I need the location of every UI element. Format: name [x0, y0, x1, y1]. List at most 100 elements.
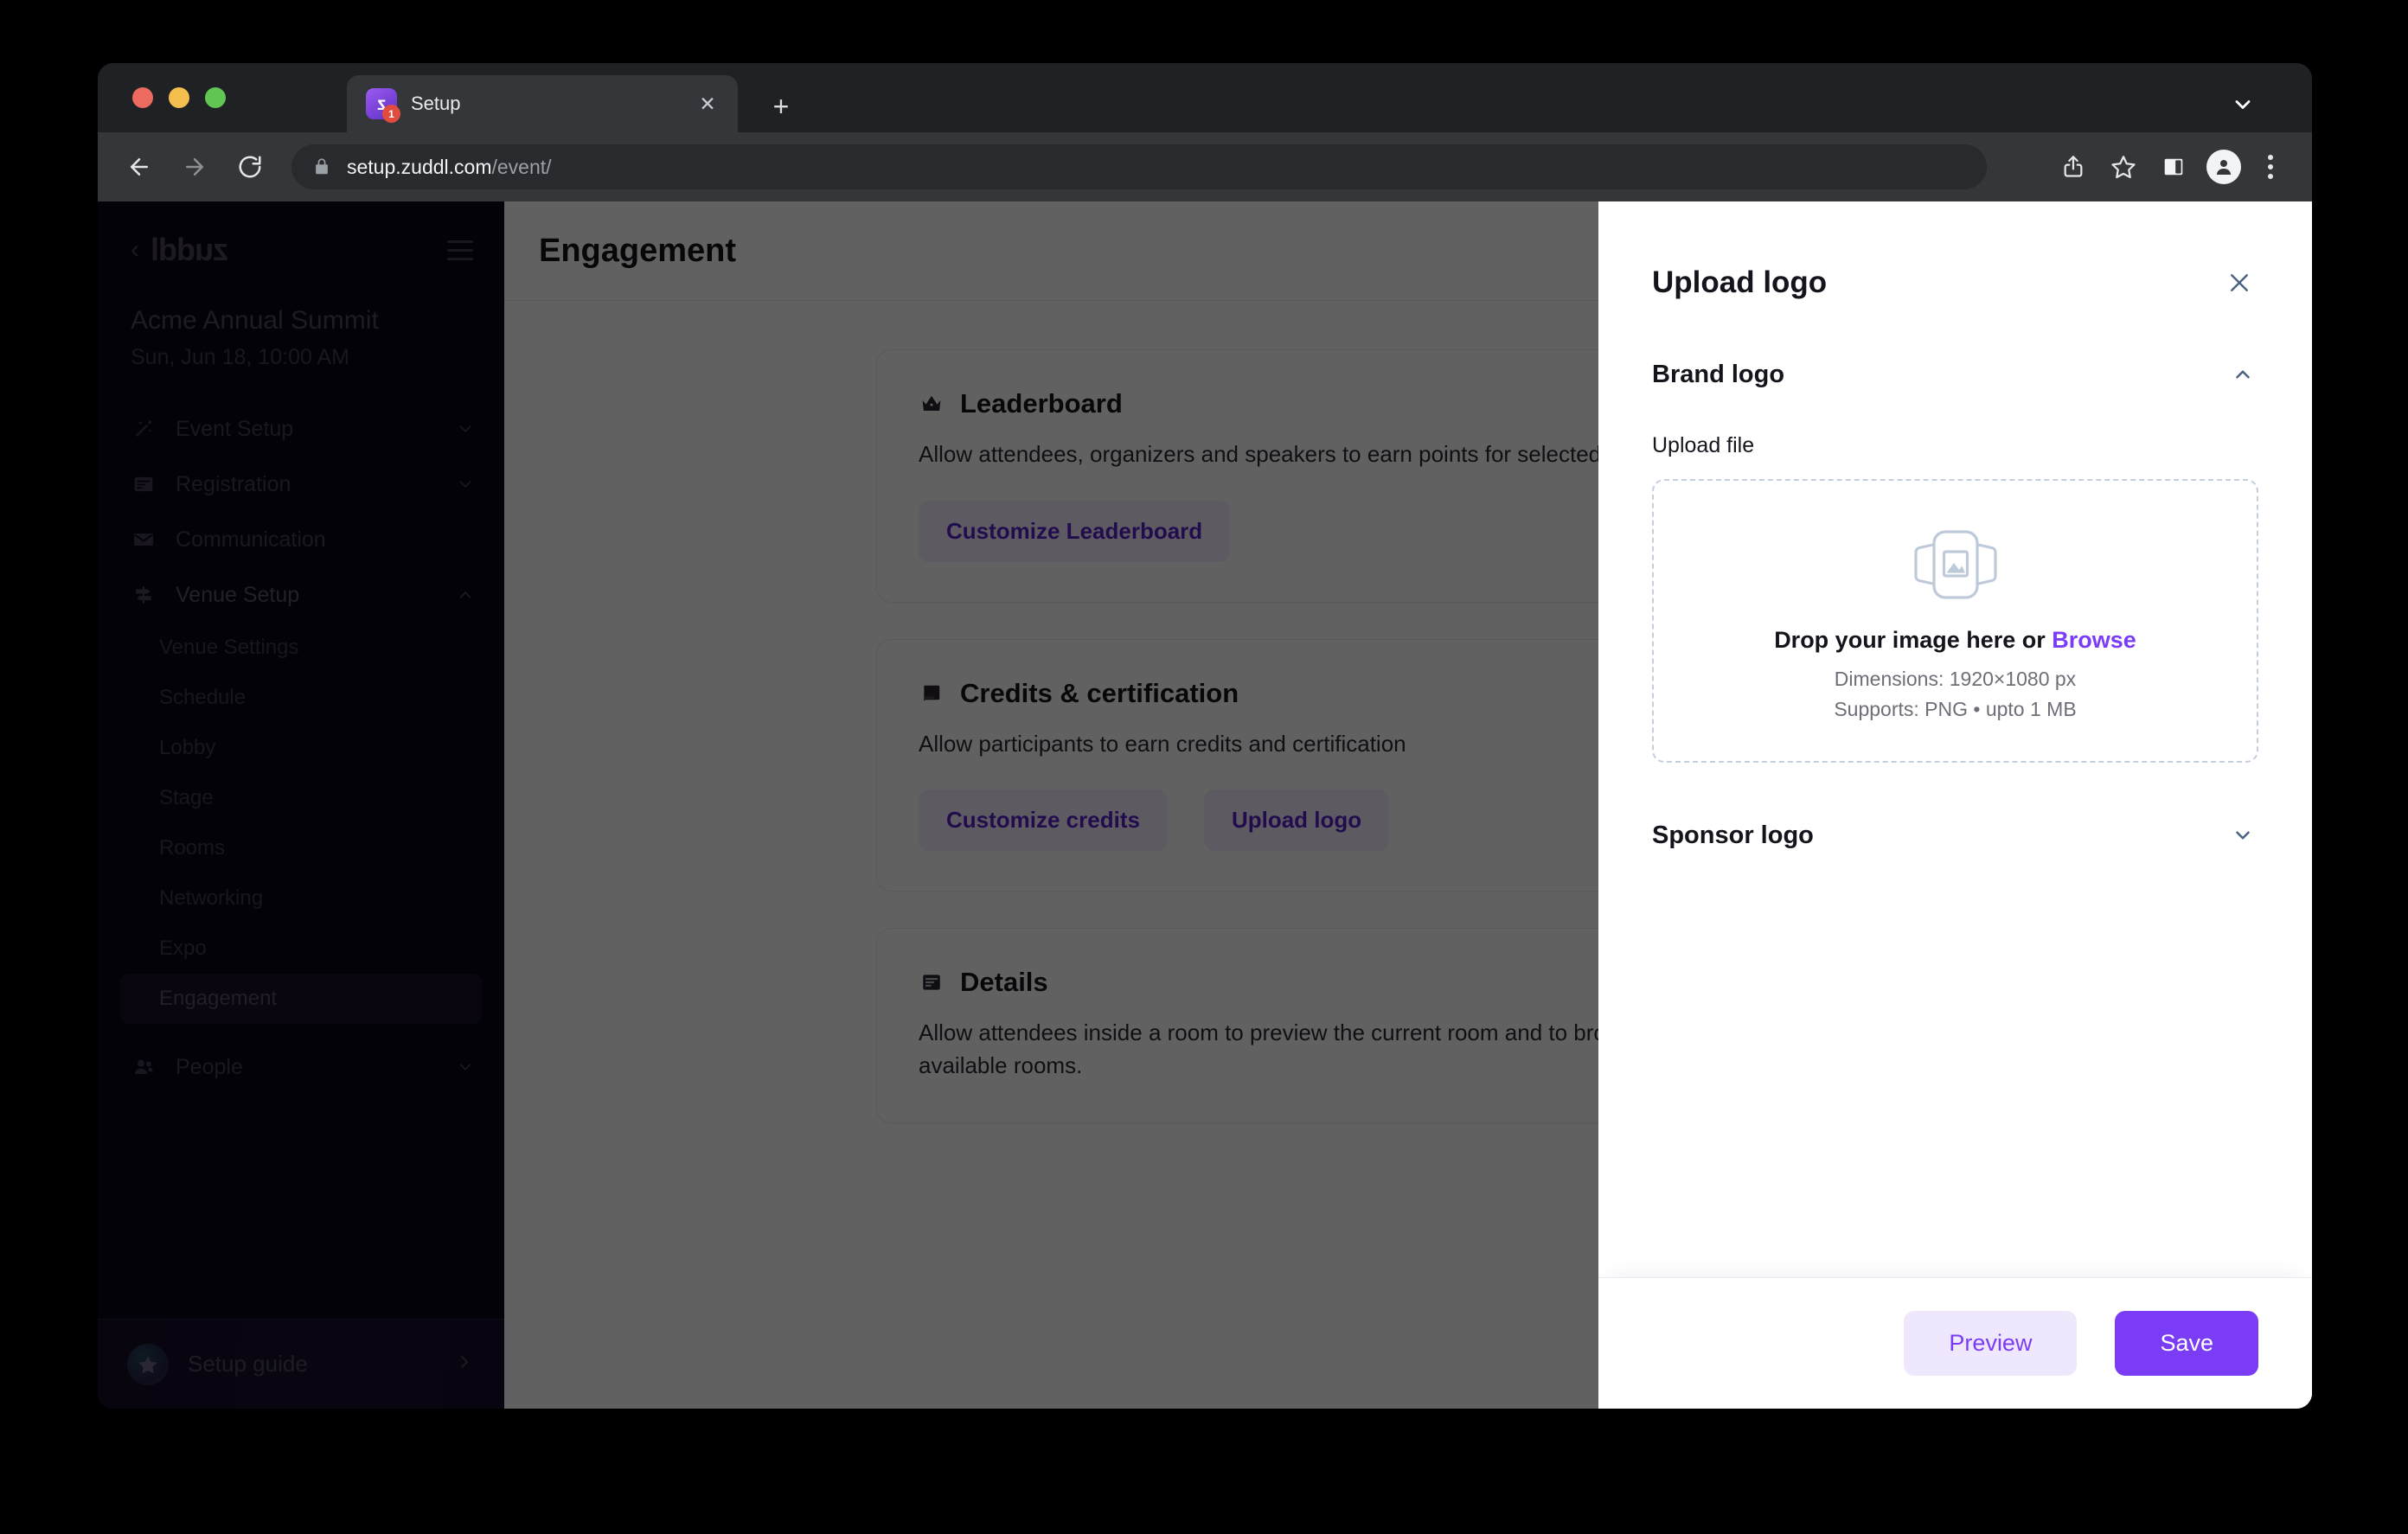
sidebar-item-engagement[interactable]: Engagement — [120, 974, 482, 1024]
lock-icon — [312, 157, 331, 176]
chevron-down-icon[interactable] — [456, 475, 475, 494]
sidebar-item-communication[interactable]: Communication — [98, 512, 504, 567]
chevron-down-icon[interactable] — [456, 1058, 475, 1077]
share-icon[interactable] — [2051, 144, 2096, 189]
sidebar-item-venue-setup[interactable]: Venue Setup — [98, 567, 504, 623]
chevron-right-icon[interactable] — [454, 1352, 475, 1377]
modal-title: Upload logo — [1652, 265, 1828, 299]
sidebar-item-people[interactable]: People — [98, 1039, 504, 1095]
certificate-icon — [919, 681, 945, 706]
setup-guide-button[interactable]: Setup guide — [98, 1319, 504, 1409]
modal-header: Upload logo — [1652, 264, 2258, 302]
upload-logo-modal: Upload logo Brand logo Upload file Drop … — [1598, 201, 2312, 1409]
zuddl-logo: zuddl — [151, 232, 228, 267]
browser-window: z 1 Setup ✕ + setup.zuddl.com/event/ ‹ z… — [98, 63, 2312, 1409]
browser-tab-strip: z 1 Setup ✕ + — [98, 63, 2312, 132]
sidebar-item-lobby[interactable]: Lobby — [120, 723, 482, 773]
toolbar-actions — [2051, 144, 2290, 189]
favicon-badge: 1 — [382, 105, 400, 123]
sidebar-item-label: Event Setup — [176, 416, 294, 441]
tab-favicon-icon: z 1 — [366, 88, 400, 123]
customize-credits-button[interactable]: Customize credits — [919, 789, 1168, 852]
sidebar-subitem-label: Venue Settings — [159, 636, 299, 659]
card-title: Details — [960, 967, 1048, 998]
three-dots-menu-icon[interactable] — [2251, 144, 2290, 189]
form-icon — [131, 471, 157, 497]
sidebar-subitem-label: Rooms — [159, 836, 226, 860]
browse-link[interactable]: Browse — [2052, 627, 2136, 653]
sidebar-item-venue-settings[interactable]: Venue Settings — [120, 623, 482, 673]
page-title: Engagement — [539, 232, 737, 269]
star-icon[interactable] — [2101, 144, 2146, 189]
minimize-window-button[interactable] — [169, 87, 189, 108]
address-bar[interactable]: setup.zuddl.com/event/ — [291, 144, 1987, 189]
sponsor-logo-accordion[interactable]: Sponsor logo — [1652, 820, 2258, 851]
modal-footer: Preview Save — [1598, 1277, 2312, 1409]
browser-tab[interactable]: z 1 Setup ✕ — [347, 75, 738, 132]
page-viewport: ‹ zuddl Acme Annual Summit Sun, Jun 18, … — [98, 201, 2312, 1409]
new-tab-button[interactable]: + — [765, 91, 797, 122]
sidebar-item-label: Registration — [176, 471, 291, 496]
sidebar-subitem-label: Expo — [159, 936, 207, 960]
reload-icon[interactable] — [231, 148, 269, 186]
sidebar-subitem-label: Lobby — [159, 736, 216, 759]
side-panel-icon[interactable] — [2151, 144, 2196, 189]
upload-file-label: Upload file — [1652, 433, 1755, 457]
tab-title: Setup — [411, 93, 461, 114]
sidebar-item-rooms[interactable]: Rooms — [120, 823, 482, 873]
close-window-button[interactable] — [132, 87, 153, 108]
sidebar-item-label: Communication — [176, 527, 326, 552]
dropzone-prompt: Drop your image here or Browse — [1774, 627, 2136, 654]
save-button[interactable]: Save — [2115, 1311, 2258, 1376]
preview-button[interactable]: Preview — [1904, 1311, 2078, 1376]
app-sidebar: ‹ zuddl Acme Annual Summit Sun, Jun 18, … — [98, 201, 504, 1409]
people-icon — [131, 1054, 157, 1080]
close-icon[interactable] — [2220, 264, 2258, 302]
sidebar-subitem-label: Networking — [159, 886, 264, 910]
tab-list-chevron-down-icon[interactable] — [2227, 89, 2258, 120]
sidebar-item-networking[interactable]: Networking — [120, 873, 482, 924]
chevron-up-icon[interactable] — [456, 585, 475, 604]
url-host: setup.zuddl.com — [347, 155, 492, 178]
maximize-window-button[interactable] — [205, 87, 226, 108]
close-tab-icon[interactable]: ✕ — [693, 89, 722, 118]
sidebar-item-registration[interactable]: Registration — [98, 457, 504, 512]
brand-logo-accordion[interactable]: Brand logo — [1652, 359, 2258, 390]
chevron-up-icon[interactable] — [2227, 359, 2258, 390]
modal-body: Upload logo Brand logo Upload file Drop … — [1598, 201, 2312, 1277]
sidebar-subitem-label: Schedule — [159, 686, 247, 709]
event-summary: Acme Annual Summit Sun, Jun 18, 10:00 AM — [98, 265, 504, 370]
browser-toolbar: setup.zuddl.com/event/ — [98, 132, 2312, 201]
sidebar-nav: Event Setup Registration Communication V… — [98, 401, 504, 1095]
sidebar-item-event-setup[interactable]: Event Setup — [98, 401, 504, 457]
back-arrow-icon[interactable] — [120, 148, 158, 186]
file-dropzone[interactable]: Drop your image here or Browse Dimension… — [1652, 479, 2258, 763]
sidebar-subitem-label: Stage — [159, 786, 214, 809]
sidebar-item-stage[interactable]: Stage — [120, 773, 482, 823]
magic-wand-icon — [131, 416, 157, 442]
sidebar-item-label: Venue Setup — [176, 582, 300, 607]
details-icon — [919, 969, 945, 995]
sidebar-subitem-label: Engagement — [159, 987, 278, 1010]
forward-arrow-icon[interactable] — [176, 148, 214, 186]
url-path: /event/ — [491, 155, 552, 178]
hamburger-menu-icon[interactable] — [447, 240, 473, 260]
image-placeholder-icon — [1892, 521, 2020, 608]
upload-logo-button[interactable]: Upload logo — [1203, 789, 1390, 852]
dropzone-prompt-prefix: Drop your image here or — [1774, 626, 2053, 653]
setup-guide-label: Setup guide — [188, 1351, 308, 1377]
sidebar-item-expo[interactable]: Expo — [120, 924, 482, 974]
chevron-down-icon[interactable] — [456, 419, 475, 438]
card-title: Credits & certification — [960, 677, 1239, 708]
collapse-sidebar-icon[interactable]: ‹ — [131, 237, 139, 263]
star-icon — [127, 1343, 169, 1385]
customize-leaderboard-button[interactable]: Customize Leaderboard — [919, 500, 1231, 562]
dropzone-supports: Supports: PNG • upto 1 MB — [1834, 697, 2077, 720]
accordion-title: Sponsor logo — [1652, 821, 1814, 849]
crown-icon — [919, 391, 945, 417]
sidebar-item-schedule[interactable]: Schedule — [120, 673, 482, 723]
chevron-down-icon[interactable] — [2227, 820, 2258, 851]
sidebar-item-label: People — [176, 1054, 243, 1079]
accordion-title: Brand logo — [1652, 360, 1785, 388]
profile-avatar[interactable] — [2201, 144, 2246, 189]
